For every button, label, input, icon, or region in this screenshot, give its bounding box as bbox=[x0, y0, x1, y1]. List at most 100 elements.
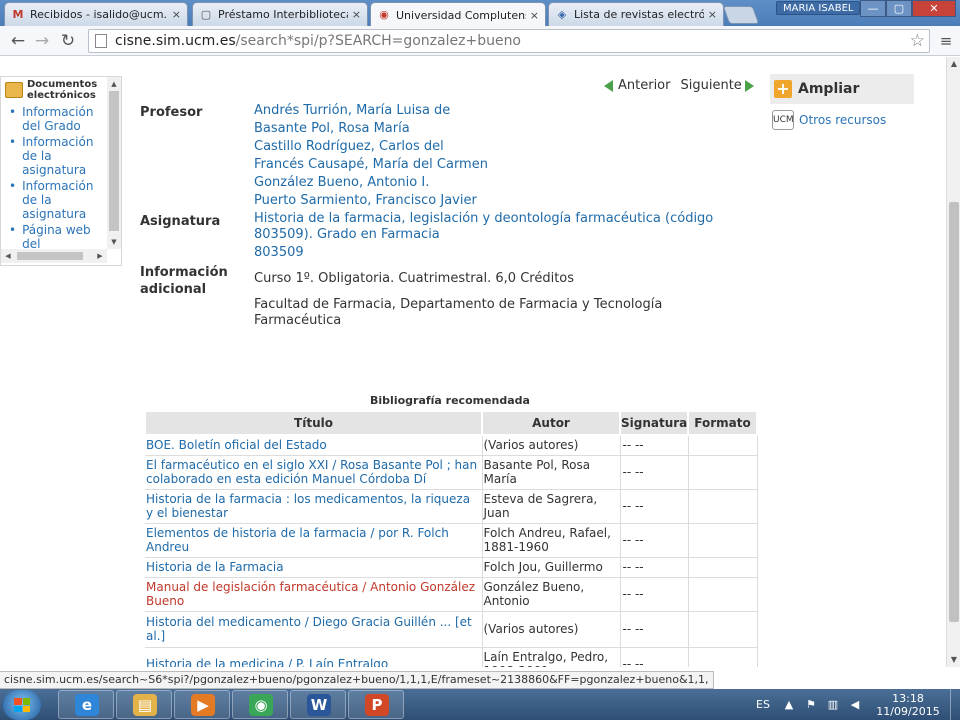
network-icon[interactable]: ▥ bbox=[826, 698, 840, 711]
menu-icon[interactable]: ≡ bbox=[936, 30, 956, 52]
system-tray: ES ▲ ⚑ ▥ ◀ bbox=[748, 689, 870, 720]
close-window-button[interactable]: ✕ bbox=[912, 0, 956, 17]
back-button[interactable]: ← bbox=[6, 29, 30, 53]
sidebar-item-web[interactable]: • Página web del bbox=[9, 223, 105, 251]
signature-cell: -- -- bbox=[620, 455, 689, 490]
folder-icon: ▤ bbox=[133, 694, 157, 716]
media-player-icon: ▶ bbox=[191, 694, 215, 716]
taskbar-explorer[interactable]: ▤ bbox=[116, 690, 172, 719]
author-cell: Basante Pol, Rosa María bbox=[482, 455, 621, 490]
taskbar-ie[interactable]: e bbox=[58, 690, 114, 719]
flag-icon[interactable]: ⚑ bbox=[804, 698, 818, 711]
taskbar-powerpoint[interactable]: P bbox=[348, 690, 404, 719]
tray-arrow-icon[interactable]: ▲ bbox=[782, 698, 796, 711]
reload-button[interactable]: ↻ bbox=[56, 29, 80, 53]
volume-icon[interactable]: ◀ bbox=[848, 698, 862, 711]
scroll-up-icon[interactable]: ▲ bbox=[107, 77, 121, 91]
tab-revistas[interactable]: ◈ Lista de revistas electrónic × bbox=[548, 2, 724, 26]
new-tab-button[interactable] bbox=[722, 6, 760, 24]
frame-vertical-scrollbar[interactable]: ▲ ▼ bbox=[107, 77, 121, 249]
scroll-thumb[interactable] bbox=[109, 91, 119, 231]
user-badge[interactable]: MARIA ISABEL bbox=[776, 1, 861, 15]
author-cell: Folch Andreu, Rafael, 1881-1960 bbox=[482, 523, 621, 558]
sidebar-item-label: Página web del bbox=[22, 223, 91, 251]
title-link[interactable]: El farmacéutico en el siglo XXI / Rosa B… bbox=[145, 455, 483, 490]
info-adicional-label: Información adicional bbox=[140, 265, 228, 297]
page-vertical-scrollbar[interactable]: ▲ ▼ bbox=[946, 57, 960, 667]
previous-arrow-icon[interactable] bbox=[604, 79, 613, 92]
close-icon[interactable]: × bbox=[708, 8, 717, 21]
title-link[interactable]: Manual de legislación farmacéutica / Ant… bbox=[145, 577, 483, 612]
profesor-link[interactable]: Andrés Turrión, María Luisa de bbox=[254, 102, 488, 120]
maximize-button[interactable]: ▢ bbox=[886, 0, 912, 17]
scroll-thumb[interactable] bbox=[949, 202, 959, 622]
taskbar-word[interactable]: W bbox=[290, 690, 346, 719]
table-row: BOE. Boletín oficial del Estado (Varios … bbox=[145, 435, 758, 456]
scroll-down-icon[interactable]: ▼ bbox=[947, 653, 960, 667]
profesor-link[interactable]: Francés Causapé, María del Carmen bbox=[254, 156, 488, 174]
asignatura-link[interactable]: 803509). Grado en Farmacia bbox=[254, 227, 713, 243]
tab-label: Préstamo Interbibliotecari bbox=[218, 8, 348, 21]
signature-cell: -- -- bbox=[620, 577, 689, 612]
forward-button[interactable]: → bbox=[30, 29, 54, 53]
title-link[interactable]: Historia de la medicina / P. Laín Entral… bbox=[145, 647, 483, 667]
clock[interactable]: 13:18 11/09/2015 bbox=[868, 692, 948, 718]
ampliar-button[interactable]: + Ampliar bbox=[770, 74, 914, 104]
otros-recursos-link[interactable]: UCM Otros recursos bbox=[770, 110, 914, 130]
author-cell: Esteva de Sagrera, Juan bbox=[482, 489, 621, 524]
table-row: Elementos de historia de la farmacia / p… bbox=[145, 523, 758, 558]
profesor-link[interactable]: Basante Pol, Rosa María bbox=[254, 120, 488, 138]
sidebar-item-asignatura-2[interactable]: • Información de la asignatura bbox=[9, 179, 105, 221]
asignatura-link[interactable]: Historia de la farmacia, legislación y d… bbox=[254, 211, 713, 227]
title-link[interactable]: BOE. Boletín oficial del Estado bbox=[145, 435, 483, 456]
sidebar-item-asignatura[interactable]: • Información de la asignatura bbox=[9, 135, 105, 177]
windows-logo-icon bbox=[14, 698, 30, 712]
scroll-up-icon[interactable]: ▲ bbox=[947, 57, 960, 71]
previous-link[interactable]: Anterior bbox=[618, 78, 670, 93]
table-row: Manual de legislación farmacéutica / Ant… bbox=[145, 577, 758, 612]
taskbar-chrome[interactable]: ◉ bbox=[232, 690, 288, 719]
address-bar[interactable]: cisne.sim.ucm.es /search*spi/p?SEARCH=go… bbox=[88, 29, 930, 53]
language-indicator[interactable]: ES bbox=[756, 698, 770, 711]
documents-list: • Información del Grado • Información de l… bbox=[9, 105, 105, 253]
title-link[interactable]: Elementos de historia de la farmacia / p… bbox=[145, 523, 483, 558]
frame-horizontal-scrollbar[interactable]: ◀ ▶ bbox=[1, 249, 107, 263]
show-desktop-button[interactable] bbox=[950, 689, 960, 720]
column-header-autor[interactable]: Autor bbox=[481, 410, 621, 436]
column-header-signatura[interactable]: Signatura bbox=[619, 410, 689, 436]
column-header-formato[interactable]: Formato bbox=[687, 410, 758, 436]
asignatura-code-link[interactable]: 803509 bbox=[254, 245, 713, 261]
title-link[interactable]: Historia de la farmacia : los medicament… bbox=[145, 489, 483, 524]
taskbar-media[interactable]: ▶ bbox=[174, 690, 230, 719]
minimize-button[interactable]: — bbox=[860, 0, 886, 17]
gmail-icon: M bbox=[12, 7, 24, 21]
documents-title: Documentos electrónicos bbox=[27, 79, 98, 101]
page-icon bbox=[95, 34, 107, 48]
close-icon[interactable]: × bbox=[172, 8, 181, 21]
column-header-titulo[interactable]: Título bbox=[144, 410, 483, 436]
next-arrow-icon[interactable] bbox=[744, 79, 754, 92]
scroll-thumb[interactable] bbox=[17, 252, 83, 260]
author-cell: Laín Entralgo, Pedro, 1908-2001 bbox=[482, 647, 621, 667]
profesor-link[interactable]: González Bueno, Antonio I. bbox=[254, 174, 488, 192]
close-icon[interactable]: × bbox=[352, 8, 361, 21]
profesor-link[interactable]: Puerto Sarmiento, Francisco Javier bbox=[254, 192, 488, 210]
tab-ucm[interactable]: ◉ Universidad Complutense × bbox=[370, 2, 546, 27]
title-link[interactable]: Historia del medicamento / Diego Gracia … bbox=[145, 611, 483, 648]
signature-cell: -- -- bbox=[620, 489, 689, 524]
tab-prestamo[interactable]: ▢ Préstamo Interbibliotecari × bbox=[192, 2, 368, 26]
scroll-right-icon[interactable]: ▶ bbox=[93, 249, 107, 263]
bookmark-star-icon[interactable]: ☆ bbox=[910, 31, 925, 51]
profesor-link[interactable]: Castillo Rodríguez, Carlos del bbox=[254, 138, 488, 156]
author-cell: (Varios autores) bbox=[482, 611, 621, 648]
next-link[interactable]: Siguiente bbox=[680, 78, 741, 93]
close-icon[interactable]: × bbox=[530, 9, 539, 22]
table-row: Historia de la medicina / P. Laín Entral… bbox=[145, 647, 758, 667]
record-pager: Anterior Siguiente bbox=[604, 78, 754, 93]
tab-gmail[interactable]: M Recibidos - isalido@ucm. × bbox=[4, 2, 188, 26]
title-link[interactable]: Historia de la Farmacia bbox=[145, 557, 483, 578]
start-button[interactable] bbox=[3, 690, 41, 720]
sidebar-item-grado[interactable]: • Información del Grado bbox=[9, 105, 105, 133]
scroll-left-icon[interactable]: ◀ bbox=[1, 249, 15, 263]
scroll-down-icon[interactable]: ▼ bbox=[107, 235, 121, 249]
